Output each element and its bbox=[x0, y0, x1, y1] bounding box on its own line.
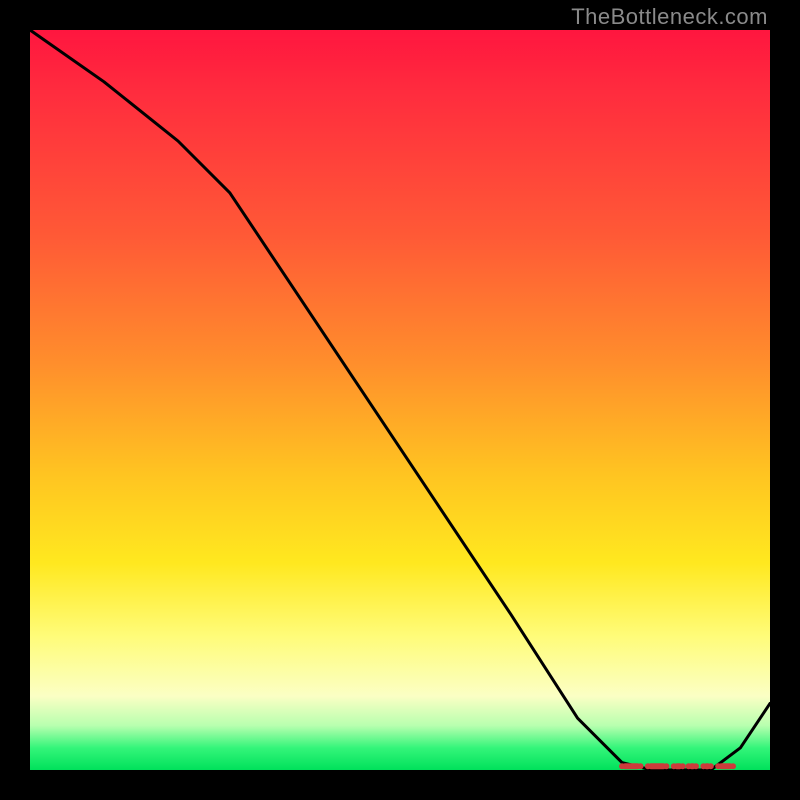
reference-dot bbox=[730, 763, 736, 769]
reference-dot bbox=[700, 763, 706, 769]
reference-dot bbox=[663, 763, 669, 769]
reference-dot bbox=[693, 763, 699, 769]
curve-line bbox=[30, 30, 770, 770]
reference-dot bbox=[708, 763, 714, 769]
reference-dot bbox=[638, 763, 644, 769]
watermark-text: TheBottleneck.com bbox=[571, 4, 768, 30]
reference-dot bbox=[680, 763, 686, 769]
reference-dot bbox=[671, 763, 677, 769]
reference-dot bbox=[619, 763, 625, 769]
reference-dot bbox=[686, 763, 692, 769]
reference-dot bbox=[645, 763, 651, 769]
plot-area bbox=[30, 30, 770, 770]
chart-frame: TheBottleneck.com bbox=[0, 0, 800, 800]
chart-overlay-svg bbox=[30, 30, 770, 770]
reference-dot bbox=[715, 763, 721, 769]
